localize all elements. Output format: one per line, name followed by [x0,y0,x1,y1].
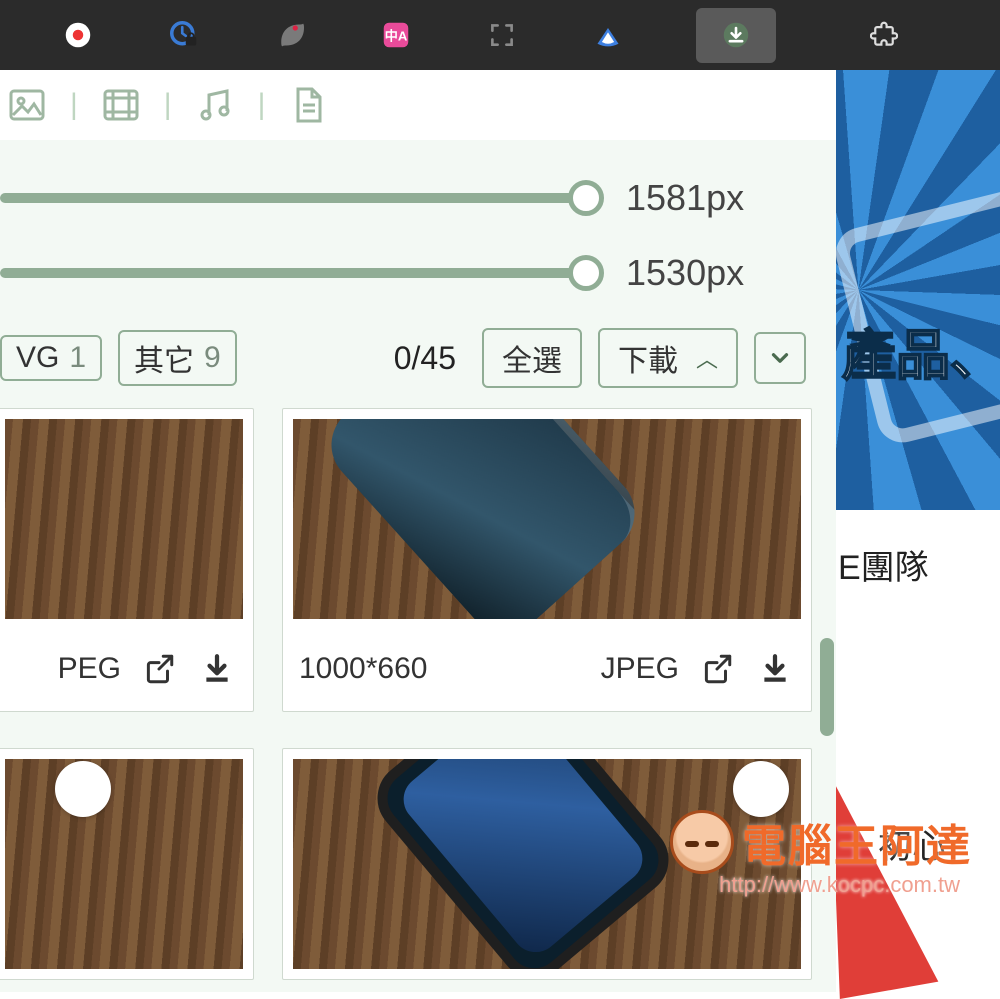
card-format: JPEG [601,652,679,686]
download-ext-icon[interactable] [696,8,776,63]
fullscreen-icon[interactable] [484,17,520,53]
size-sliders: 1581px 1530px [0,140,836,320]
extensions-icon[interactable] [866,17,902,53]
more-options-button[interactable] [754,332,806,384]
filter-svg-count: 1 [69,341,86,375]
share-icon[interactable] [697,649,737,689]
grid-card[interactable] [282,748,812,980]
leaf-icon[interactable] [272,17,308,53]
tab-image-icon[interactable] [4,82,50,128]
selection-counter: 0/45 [394,340,456,377]
vpn-icon[interactable] [590,17,626,53]
tab-document-icon[interactable] [285,82,331,128]
height-slider[interactable] [0,268,586,278]
clock-lock-icon[interactable] [166,17,202,53]
grid-card[interactable]: PEG [0,408,254,712]
record-icon[interactable] [60,17,96,53]
bg-team-text: E團隊 [832,540,1000,589]
filter-other-count: 9 [204,341,221,375]
thumbnail[interactable] [293,419,801,619]
thumbnail[interactable] [5,419,243,619]
grid-card[interactable] [0,748,254,980]
downloader-panel: | | | 1581px 1530px VG 1 其它 9 [0,70,836,992]
select-circle[interactable] [733,761,789,817]
grid-card[interactable]: 1000*660 JPEG [282,408,812,712]
download-icon[interactable] [755,649,795,689]
tab-music-icon[interactable] [192,82,238,128]
thumbnail[interactable] [5,759,243,969]
height-value: 1530px [626,252,806,294]
card-dimensions: 1000*660 [299,652,583,686]
banner-text: 產品、A [842,311,1000,390]
watermark-url: http://www.kocpc.com.tw [719,872,960,898]
thumbnail[interactable] [293,759,801,969]
svg-text:中A: 中A [385,27,408,43]
width-value: 1581px [626,177,806,219]
media-type-tabs: | | | [0,70,836,140]
browser-toolbar: 中A [0,0,1000,70]
filter-svg-chip[interactable]: VG 1 [0,335,102,381]
chevron-up-icon: ︿ [696,342,718,374]
scrollbar-thumb[interactable] [820,638,834,736]
tab-video-icon[interactable] [98,82,144,128]
height-slider-thumb[interactable] [568,255,604,291]
filter-other-chip[interactable]: 其它 9 [118,330,237,386]
download-icon[interactable] [197,649,237,689]
image-grid: PEG 1000*660 JPEG [0,408,836,992]
download-button[interactable]: 下載 ︿ [598,328,738,388]
filter-svg-label: VG [16,341,59,375]
translate-icon[interactable]: 中A [378,17,414,53]
background-page: 產品、A E團隊 初心 [830,70,1000,992]
bg-banner: 產品、A [832,70,1000,510]
filter-other-label: 其它 [134,336,194,380]
share-icon[interactable] [139,649,179,689]
select-all-button[interactable]: 全選 [482,328,582,388]
width-slider[interactable] [0,193,586,203]
card-format: PEG [58,652,121,686]
select-circle[interactable] [55,761,111,817]
action-bar: VG 1 其它 9 0/45 全選 下載 ︿ [0,320,836,408]
width-slider-thumb[interactable] [568,180,604,216]
